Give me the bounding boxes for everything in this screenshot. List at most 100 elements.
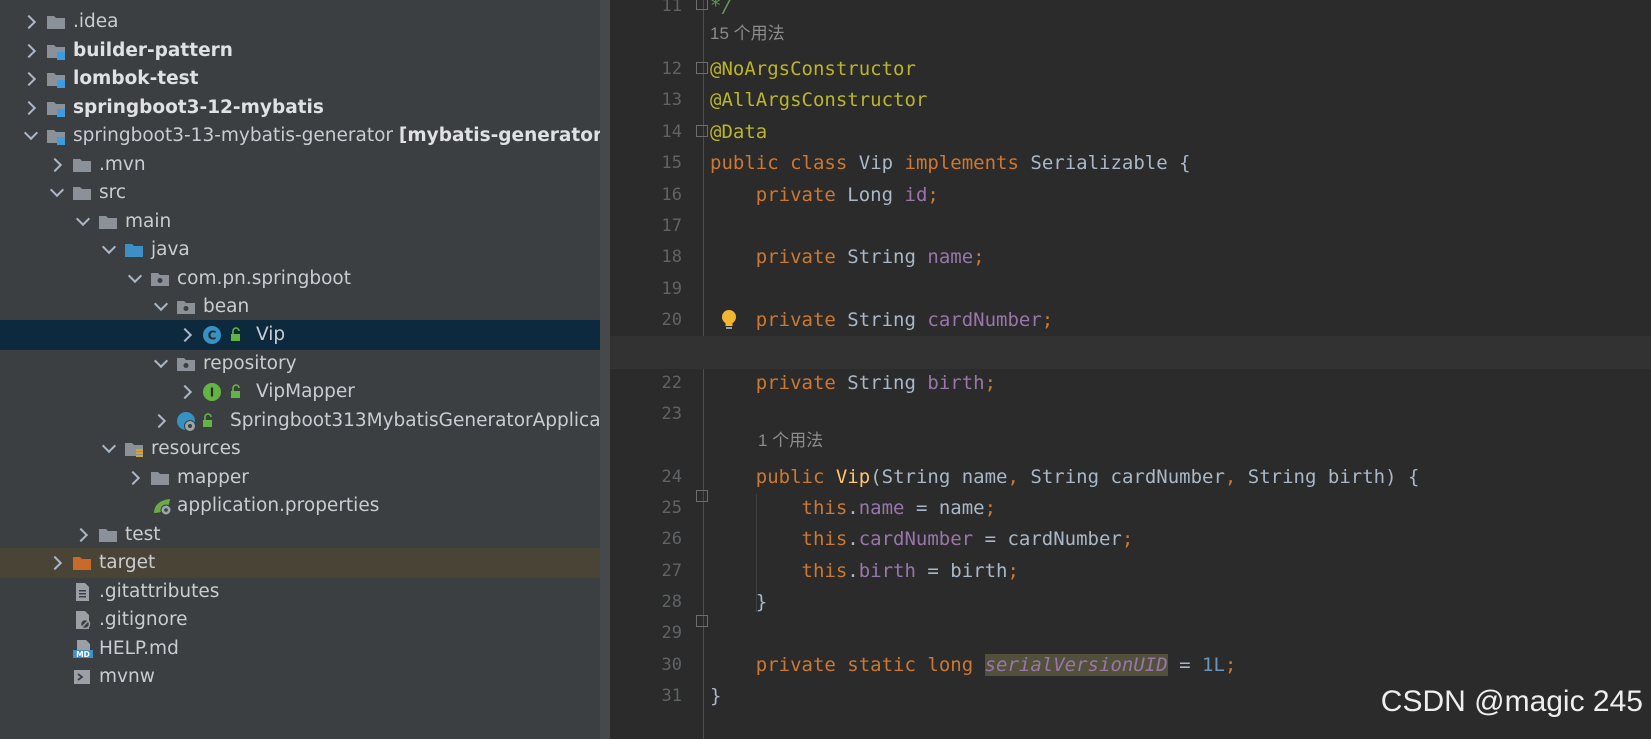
fold-marker-icon[interactable] bbox=[696, 62, 708, 74]
tree-item-label: src bbox=[99, 181, 126, 205]
code-editor[interactable]: 1112131415161718192021222324252627282930… bbox=[610, 0, 1651, 739]
code-text: private String birth; bbox=[710, 367, 996, 400]
constructor-usage-hint[interactable]: 1 个用法 bbox=[758, 426, 823, 456]
chevron-down-icon[interactable] bbox=[101, 438, 117, 454]
code-line[interactable]: public Vip(String name, String cardNumbe… bbox=[610, 461, 1651, 494]
chevron-right-icon[interactable] bbox=[177, 327, 193, 343]
tree-item-src[interactable]: src bbox=[0, 178, 610, 208]
tree-item-gitattributes[interactable]: .gitattributes bbox=[0, 577, 610, 607]
class-usage-hint[interactable]: 15 个用法 bbox=[710, 19, 785, 49]
chevron-down-icon[interactable] bbox=[23, 125, 39, 141]
tree-item-text: Springboot313MybatisGeneratorApplication bbox=[230, 410, 610, 431]
token-kw-class: class bbox=[790, 152, 848, 174]
code-line[interactable]: this.name = name; bbox=[610, 492, 1651, 525]
token-field-birth: birth bbox=[858, 560, 916, 582]
chevron-right-icon[interactable] bbox=[47, 157, 63, 173]
text-file-icon bbox=[72, 582, 92, 602]
tree-item-repository[interactable]: repository bbox=[0, 349, 610, 379]
code-line[interactable]: private Long id; bbox=[610, 179, 1651, 212]
chevron-down-icon[interactable] bbox=[49, 182, 65, 198]
tree-item-resources[interactable]: resources bbox=[0, 434, 610, 464]
code-line[interactable] bbox=[610, 273, 1651, 306]
chevron-down-icon[interactable] bbox=[101, 239, 117, 255]
code-line[interactable]: private String birth; bbox=[610, 367, 1651, 400]
fold-marker-icon[interactable] bbox=[696, 125, 708, 137]
chevron-right-icon[interactable] bbox=[21, 71, 37, 87]
tree-item-builder-pattern[interactable]: builder-pattern bbox=[0, 36, 610, 66]
tree-item-springboot3-12-mybatis[interactable]: springboot3-12-mybatis bbox=[0, 93, 610, 123]
token-kw-public: public bbox=[755, 466, 825, 488]
tree-item-gitignore[interactable]: .gitignore bbox=[0, 605, 610, 635]
tree-item-test[interactable]: test bbox=[0, 520, 610, 550]
project-tool-window: .idea builder-pattern lombok-test springboo… bbox=[0, 0, 610, 739]
tree-item-application-properties[interactable]: application.properties bbox=[0, 491, 610, 521]
tree-item-com-pn-springboot[interactable]: com.pn.springboot bbox=[0, 264, 610, 294]
module-icon bbox=[46, 126, 66, 146]
token-param-name: name bbox=[961, 466, 1008, 488]
token-comment-end: */ bbox=[710, 0, 733, 17]
tree-item-text: .gitignore bbox=[99, 609, 188, 630]
tree-item-help-md[interactable]: MD HELP.md bbox=[0, 634, 610, 664]
chevron-right-icon[interactable] bbox=[151, 413, 167, 429]
tree-item-java[interactable]: java bbox=[0, 235, 610, 265]
tool-window-splitter[interactable] bbox=[600, 0, 610, 739]
fold-marker-icon[interactable] bbox=[696, 490, 708, 502]
tree-item-text: .mvn bbox=[99, 154, 146, 175]
token-open-brace: { bbox=[1408, 466, 1420, 488]
markdown-file-icon: MD bbox=[72, 639, 93, 659]
tree-item-mvnw[interactable]: mvnw bbox=[0, 662, 610, 692]
chevron-right-icon[interactable] bbox=[73, 527, 89, 543]
chevron-right-icon[interactable] bbox=[47, 555, 63, 571]
tree-item-application-class[interactable]: Springboot313MybatisGeneratorApplication bbox=[0, 406, 610, 436]
tree-item-vip[interactable]: C Vip bbox=[0, 320, 610, 350]
tree-item-mvn[interactable]: .mvn bbox=[0, 150, 610, 180]
code-line[interactable]: @NoArgsConstructor bbox=[610, 53, 1651, 86]
chevron-down-icon[interactable] bbox=[153, 296, 169, 312]
code-line[interactable] bbox=[610, 210, 1651, 243]
tree-item-bean[interactable]: bean bbox=[0, 292, 610, 322]
fold-marker-icon[interactable] bbox=[696, 615, 708, 627]
token-semicolon: ; bbox=[1041, 309, 1054, 331]
token-serial-uid: serialVersionUID bbox=[984, 654, 1168, 676]
token-ann-data: @Data bbox=[710, 121, 768, 143]
code-line[interactable]: } bbox=[610, 586, 1651, 619]
tree-item-mapper[interactable]: mapper bbox=[0, 463, 610, 493]
chevron-right-icon[interactable] bbox=[21, 100, 37, 116]
current-code-line[interactable] bbox=[610, 336, 1651, 369]
code-line[interactable]: private String cardNumber; bbox=[610, 304, 1651, 337]
tree-item-springboot3-13-mybatis-generator[interactable]: springboot3-13-mybatis-generator [mybati… bbox=[0, 121, 610, 151]
code-line[interactable]: @AllArgsConstructor bbox=[610, 84, 1651, 117]
tree-item-idea[interactable]: .idea bbox=[0, 7, 610, 37]
fold-marker-icon[interactable] bbox=[696, 0, 708, 10]
tree-item-main[interactable]: main bbox=[0, 207, 610, 237]
chevron-down-icon[interactable] bbox=[127, 268, 143, 284]
tree-item-vipmapper[interactable]: I VipMapper bbox=[0, 377, 610, 407]
chevron-right-icon[interactable] bbox=[21, 43, 37, 59]
code-line[interactable] bbox=[610, 617, 1651, 650]
code-line[interactable]: @Data bbox=[610, 116, 1651, 149]
tree-item-lombok-test[interactable]: lombok-test bbox=[0, 64, 610, 94]
code-line[interactable]: public class Vip implements Serializable… bbox=[610, 147, 1651, 180]
code-line[interactable]: private String name; bbox=[610, 241, 1651, 274]
tree-item-target[interactable]: target bbox=[0, 548, 610, 578]
tree-item-text: main bbox=[125, 211, 172, 232]
chevron-down-icon[interactable] bbox=[75, 211, 91, 227]
indent-guide bbox=[756, 494, 757, 612]
token-kw-this: this bbox=[801, 528, 848, 550]
tree-item-text: HELP.md bbox=[99, 638, 179, 659]
gitignore-file-icon bbox=[72, 610, 92, 630]
code-text: } bbox=[710, 680, 721, 713]
chevron-right-icon[interactable] bbox=[125, 470, 141, 486]
chevron-down-icon[interactable] bbox=[153, 353, 169, 369]
chevron-right-icon[interactable] bbox=[21, 14, 37, 30]
token-type-string: String bbox=[1247, 466, 1317, 488]
code-text: private String cardNumber; bbox=[710, 304, 1053, 337]
module-name-suffix: [mybatis-generator] bbox=[398, 125, 610, 146]
properties-file-icon bbox=[150, 496, 172, 516]
chevron-right-icon[interactable] bbox=[177, 384, 193, 400]
token-field-birth: birth bbox=[927, 372, 985, 394]
code-line[interactable]: this.cardNumber = cardNumber; bbox=[610, 523, 1651, 556]
code-line[interactable]: this.birth = birth; bbox=[610, 555, 1651, 588]
lightbulb-icon[interactable] bbox=[721, 309, 737, 337]
code-line[interactable]: private static long serialVersionUID = 1… bbox=[610, 649, 1651, 682]
